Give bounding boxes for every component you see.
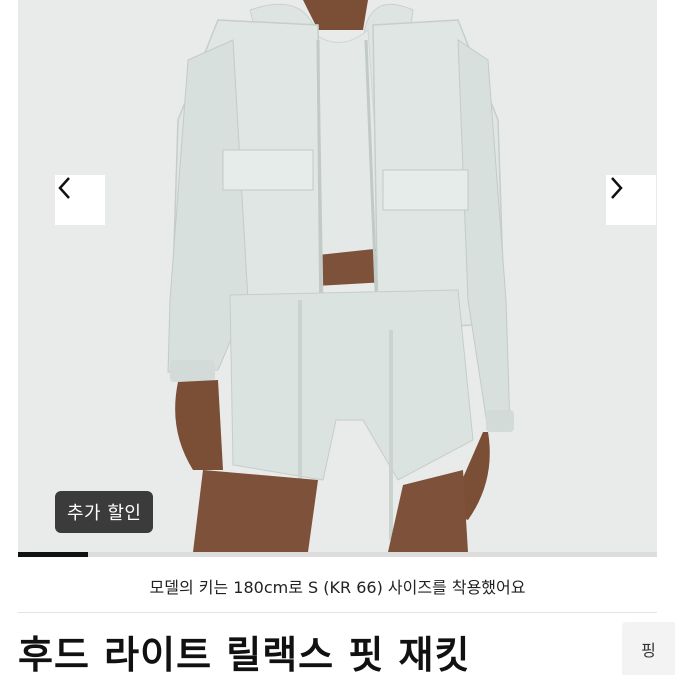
- section-divider: [18, 612, 657, 613]
- product-title: 후드 라이트 릴랙스 핏 재킷: [18, 633, 471, 677]
- chevron-right-icon: [611, 177, 623, 199]
- next-image-button[interactable]: [606, 175, 656, 225]
- side-button-label: 핑: [641, 640, 656, 660]
- product-photo: [18, 0, 657, 552]
- previous-image-button[interactable]: [55, 175, 105, 225]
- model-size-caption: 모델의 키는 180cm로 S (KR 66) 사이즈를 착용했어요: [149, 578, 526, 597]
- chevron-left-icon: [58, 177, 70, 199]
- gallery-progress-bar: [18, 552, 657, 557]
- extra-discount-badge: 추가 할인: [55, 491, 154, 533]
- gallery-progress-fill: [18, 552, 89, 557]
- floating-side-button[interactable]: 핑: [622, 622, 675, 675]
- product-image-gallery[interactable]: 추가 할인: [18, 0, 657, 552]
